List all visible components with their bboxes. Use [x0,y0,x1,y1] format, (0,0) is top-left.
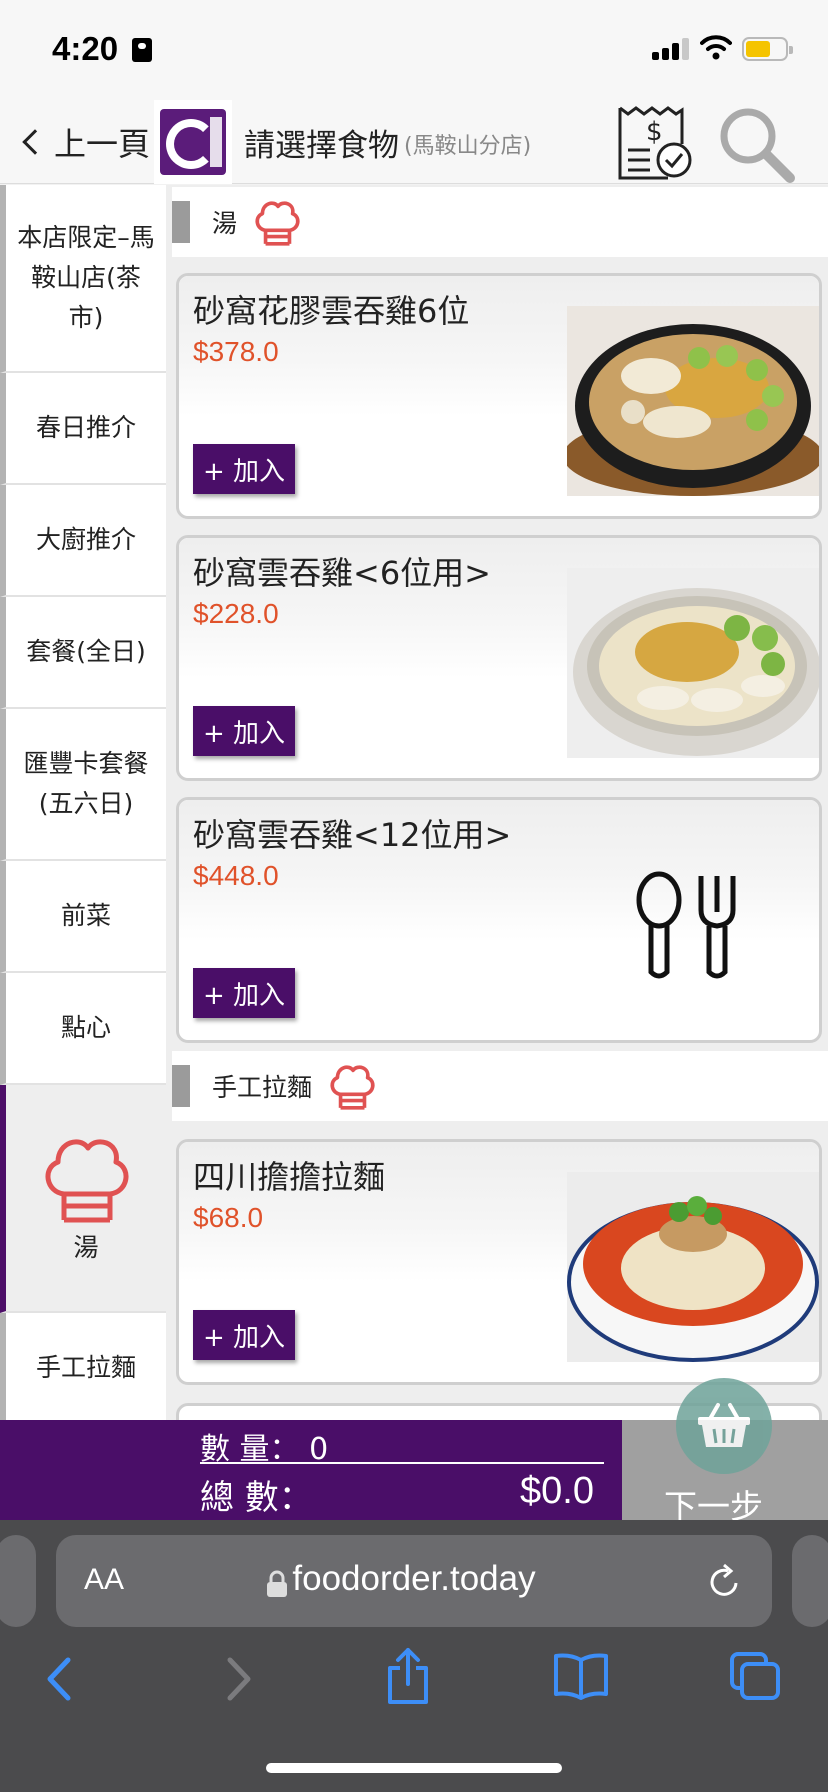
status-bar: 4:20 [0,0,828,100]
chef-hat-icon [255,201,300,246]
back-label: 上一頁 [54,125,151,163]
category-header-noodles: 手工拉麵 [172,1051,828,1121]
back-button[interactable]: 上一頁 [18,114,150,170]
sidebar-item-label: 前菜 [60,901,111,930]
address-bar[interactable]: AA foodorder.today [56,1535,772,1627]
sidebar-item-label: 點心 [60,1013,111,1042]
basket-icon[interactable] [676,1378,772,1474]
browser-forward-icon[interactable] [218,1654,258,1704]
spoon-fork-icon [636,871,736,979]
add-button[interactable]: + 加入 [193,444,295,494]
sidebar-item-label: 手工拉麵 [35,1353,136,1382]
chef-hat-icon [330,1065,375,1110]
menu-item-card[interactable]: 砂窩花膠雲吞雞6位 $378.0 + 加入 [176,273,822,519]
menu-item-card[interactable]: 砂窩雲吞雞<12位用> $448.0 + 加入 [176,797,822,1043]
sidebar-item-hsbc-set[interactable]: 匯豐卡套餐(五六日) [0,709,166,861]
item-price: $228.0 [193,598,279,629]
item-name: 砂窩雲吞雞<12位用> [193,816,512,854]
add-button[interactable]: + 加入 [193,1310,295,1360]
id-card-icon [132,38,152,62]
svg-text:$: $ [646,117,663,147]
sidebar-item-hand-pulled-noodles[interactable]: 手工拉麵 [0,1313,166,1420]
item-price: $378.0 [193,336,279,367]
total-value: $0.0 [520,1470,594,1512]
url-text: foodorder.today [292,1559,536,1598]
share-icon[interactable] [384,1646,432,1706]
sidebar-item-label: 匯豐卡套餐(五六日) [23,749,149,818]
item-price: $448.0 [193,860,279,891]
sidebar-item-label: 湯 [73,1233,99,1262]
reload-icon[interactable] [706,1561,742,1601]
branch-name: (馬鞍山分店) [404,134,532,159]
chevron-left-icon [22,129,48,155]
menu-item-card[interactable]: 砂窩雲吞雞<6位用> $228.0 + 加入 [176,535,822,781]
chef-hat-icon [45,1139,129,1223]
order-receipt-icon[interactable]: $ [616,104,694,182]
sidebar-item-spring[interactable]: 春日推介 [0,373,166,485]
wifi-icon [700,35,732,60]
sidebar-item-dim-sum[interactable]: 點心 [0,973,166,1085]
sidebar-item-label: 大廚推介 [35,525,136,554]
signal-icon [652,36,692,60]
item-name: 砂窩雲吞雞<6位用> [193,554,491,592]
claypot-chicken-photo [567,306,819,496]
sidebar-item-label: 套餐(全日) [26,637,146,666]
sidebar-item-label: 本店限定–馬鞍山店(茶市) [17,223,155,332]
item-name: 砂窩花膠雲吞雞6位 [193,292,470,330]
battery-icon [742,37,793,61]
sidebar-item-label: 春日推介 [35,413,136,442]
wonton-chicken-photo [567,568,819,758]
tabs-icon[interactable] [728,1650,782,1702]
category-sidebar: 本店限定–馬鞍山店(茶市) 春日推介 大廚推介 套餐(全日) 匯豐卡套餐(五六日… [0,185,166,1420]
add-button[interactable]: + 加入 [193,706,295,756]
item-price: $68.0 [193,1202,264,1233]
category-header-soup: 湯 [172,187,828,257]
previous-tab-peek[interactable] [0,1535,36,1627]
total-label: 總 數： [200,1478,313,1518]
next-tab-peek[interactable] [792,1535,828,1627]
menu-item-card[interactable]: 四川擔擔拉麵 $68.0 + 加入 [176,1139,822,1385]
browser-back-icon[interactable] [40,1654,80,1704]
menu-list: 湯 砂窩花膠雲吞雞6位 $378.0 + 加入 砂窩雲吞雞<6位用> $228.… [166,185,828,1420]
sidebar-item-soup[interactable]: 湯 [0,1085,166,1313]
browser-chrome: AA foodorder.today [0,1520,828,1792]
category-name: 湯 [212,209,238,238]
add-button[interactable]: + 加入 [193,968,295,1018]
sidebar-item-set-meal[interactable]: 套餐(全日) [0,597,166,709]
status-time: 4:20 [52,30,119,67]
category-name: 手工拉麵 [212,1073,313,1102]
home-indicator [266,1763,562,1773]
sidebar-item-local-limited[interactable]: 本店限定–馬鞍山店(茶市) [0,185,166,373]
page-title: 請選擇食物 [244,128,399,164]
restaurant-logo [154,100,232,184]
dandan-noodles-photo [567,1172,819,1362]
sidebar-item-appetizer[interactable]: 前菜 [0,861,166,973]
sidebar-item-chef[interactable]: 大廚推介 [0,485,166,597]
item-name: 四川擔擔拉麵 [193,1158,386,1196]
search-icon[interactable] [716,104,796,184]
app-header: 上一頁 請選擇食物 (馬鞍山分店) $ [0,100,828,184]
bookmarks-icon[interactable] [552,1652,610,1700]
